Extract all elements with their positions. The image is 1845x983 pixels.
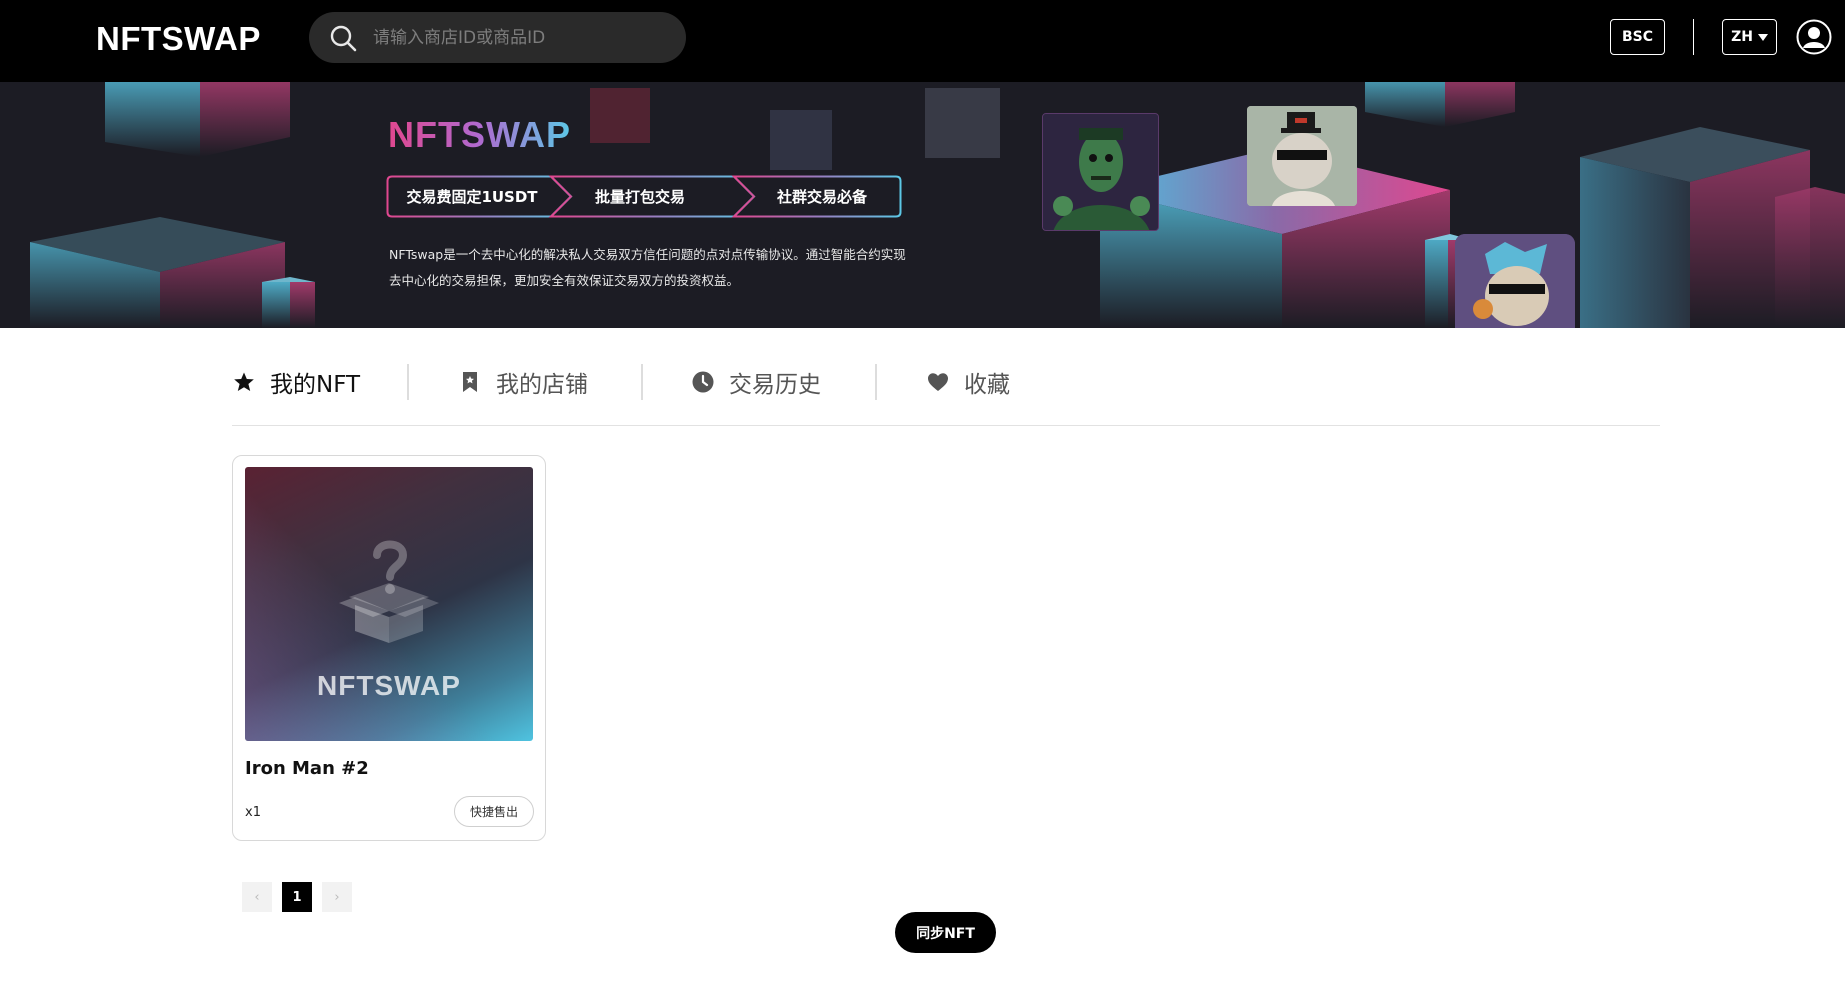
pagination-page-current[interactable]: 1 bbox=[282, 882, 312, 912]
clock-icon bbox=[692, 371, 714, 393]
hero-banner: NFTSWAP 交易费固定1USDT 批量打包交易 社群交易必备 NFTswap… bbox=[0, 82, 1845, 328]
sync-nft-button[interactable]: 同步NFT bbox=[895, 912, 996, 953]
tab-my-store[interactable]: 我的店铺 bbox=[458, 360, 588, 404]
chain-selector-button[interactable]: BSC bbox=[1610, 19, 1665, 55]
top-navbar: NFTSWAP BSC ZH bbox=[0, 0, 1845, 82]
nft-card[interactable]: NFTSWAP Iron Man #2 x1 快捷售出 bbox=[232, 455, 546, 841]
nft-quantity: x1 bbox=[245, 805, 261, 820]
language-label: ZH bbox=[1731, 29, 1753, 45]
chevron-down-icon bbox=[1757, 33, 1768, 41]
search-box[interactable] bbox=[309, 12, 686, 63]
banner-tag-batch: 批量打包交易 bbox=[594, 188, 685, 206]
search-input[interactable] bbox=[373, 24, 663, 52]
cat-illustration bbox=[1247, 106, 1357, 206]
pagination-next-button[interactable]: › bbox=[322, 882, 352, 912]
quick-sell-button[interactable]: 快捷售出 bbox=[454, 796, 534, 827]
nft-art-zombie bbox=[1042, 113, 1159, 231]
star-icon bbox=[234, 372, 254, 391]
pagination-prev-button[interactable]: ‹ bbox=[242, 882, 272, 912]
tab-divider bbox=[407, 364, 409, 400]
bookmark-icon bbox=[463, 372, 477, 392]
heart-icon bbox=[928, 373, 948, 391]
site-logo[interactable]: NFTSWAP bbox=[96, 20, 261, 58]
user-avatar-icon[interactable] bbox=[1796, 19, 1832, 55]
nft-art-cat-sunglasses bbox=[1455, 234, 1575, 328]
zombie-illustration bbox=[1043, 114, 1158, 230]
search-icon bbox=[330, 25, 357, 52]
nft-title: Iron Man #2 bbox=[245, 758, 369, 779]
banner-description: NFTswap是一个去中心化的解决私人交易双方信任问题的点对点传输协议。通过智能… bbox=[389, 242, 949, 294]
tab-favorites[interactable]: 收藏 bbox=[926, 360, 1010, 404]
banner-description-line-1: NFTswap是一个去中心化的解决私人交易双方信任问题的点对点传输协议。通过智能… bbox=[389, 247, 906, 262]
tab-my-nft-label: 我的NFT bbox=[270, 372, 361, 398]
tab-my-store-label: 我的店铺 bbox=[496, 372, 588, 398]
header-divider bbox=[1693, 19, 1694, 55]
banner-description-line-2: 去中心化的交易担保，更加安全有效保证交易双方的投资权益。 bbox=[389, 273, 740, 288]
nft-art-cat-tophat bbox=[1247, 106, 1357, 206]
account-tabs: 我的NFT 我的店铺 交易历史 收藏 bbox=[232, 360, 1660, 426]
banner-logo: NFTSWAP bbox=[388, 114, 571, 155]
banner-tag-fee: 交易费固定1USDT bbox=[406, 188, 538, 206]
tab-divider bbox=[875, 364, 877, 400]
nft-thumbnail[interactable]: NFTSWAP bbox=[245, 467, 533, 741]
tab-my-nft[interactable]: 我的NFT bbox=[232, 360, 360, 404]
banner-tag-community: 社群交易必备 bbox=[776, 188, 867, 206]
language-selector[interactable]: ZH bbox=[1722, 19, 1777, 55]
mystery-box-icon bbox=[339, 540, 439, 643]
tab-divider bbox=[641, 364, 643, 400]
tab-trade-history[interactable]: 交易历史 bbox=[691, 360, 821, 404]
tab-favorites-label: 收藏 bbox=[964, 372, 1010, 398]
thumbnail-brand-text: NFTSWAP bbox=[317, 670, 461, 701]
tab-trade-history-label: 交易历史 bbox=[729, 372, 821, 398]
cat-sunglasses-illustration bbox=[1455, 234, 1575, 328]
